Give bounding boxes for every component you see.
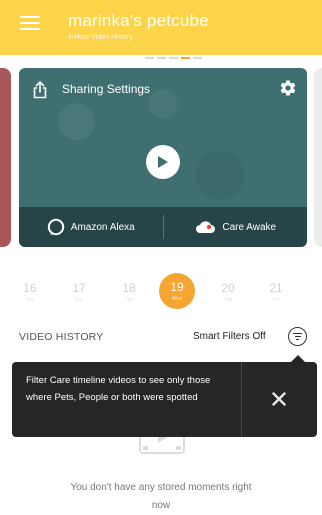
alexa-label: Amazon Alexa (70, 221, 135, 233)
next-camera-card[interactable] (314, 68, 322, 247)
hamburger-icon[interactable] (20, 16, 40, 36)
date-selector: 16 Sat 17 Sun 18 Tue 19 Wed 20 Thu 21 Fri (0, 271, 322, 315)
date-item[interactable]: 16 Sat (12, 271, 48, 311)
date-item[interactable]: 21 Fri (258, 271, 294, 311)
empty-state-message: You don't have any stored moments right … (70, 482, 252, 511)
date-item[interactable]: 17 Sun (61, 271, 97, 311)
filter-icon[interactable] (288, 327, 307, 346)
play-icon (158, 156, 168, 168)
video-history-title: VIDEO HISTORY (19, 331, 104, 343)
date-item[interactable]: 20 Thu (210, 271, 246, 311)
tooltip-text: Filter Care timeline videos to see only … (26, 375, 211, 403)
date-item[interactable]: 18 Tue (111, 271, 147, 311)
care-awake-label: Care Awake (222, 221, 277, 233)
previous-camera-card[interactable] (0, 68, 11, 247)
amazon-alexa-button[interactable]: Amazon Alexa (19, 207, 163, 247)
alexa-icon (47, 218, 64, 236)
smart-filters-status[interactable]: Smart Filters Off (193, 331, 266, 342)
play-button[interactable] (146, 145, 180, 179)
share-icon[interactable] (32, 81, 48, 99)
carousel-indicator (145, 57, 202, 59)
care-awake-button[interactable]: Care Awake (164, 207, 308, 247)
page-title: marinka's petcube (68, 11, 209, 30)
camera-card: Sharing Settings Amazon Alexa Care Awake (19, 68, 307, 247)
app-header: marinka's petcube 4-Hour Video History (0, 0, 322, 55)
tooltip-divider (241, 362, 242, 437)
sharing-settings-label[interactable]: Sharing Settings (62, 82, 150, 96)
smart-filter-tooltip: Filter Care timeline videos to see only … (12, 355, 317, 437)
cloud-icon (196, 221, 216, 233)
card-action-bar: Amazon Alexa Care Awake (19, 207, 307, 247)
gear-icon[interactable] (279, 79, 297, 97)
date-item-selected[interactable]: 19 Wed (159, 273, 195, 309)
page-subtitle: 4-Hour Video History (68, 34, 133, 41)
close-icon[interactable] (264, 384, 294, 414)
